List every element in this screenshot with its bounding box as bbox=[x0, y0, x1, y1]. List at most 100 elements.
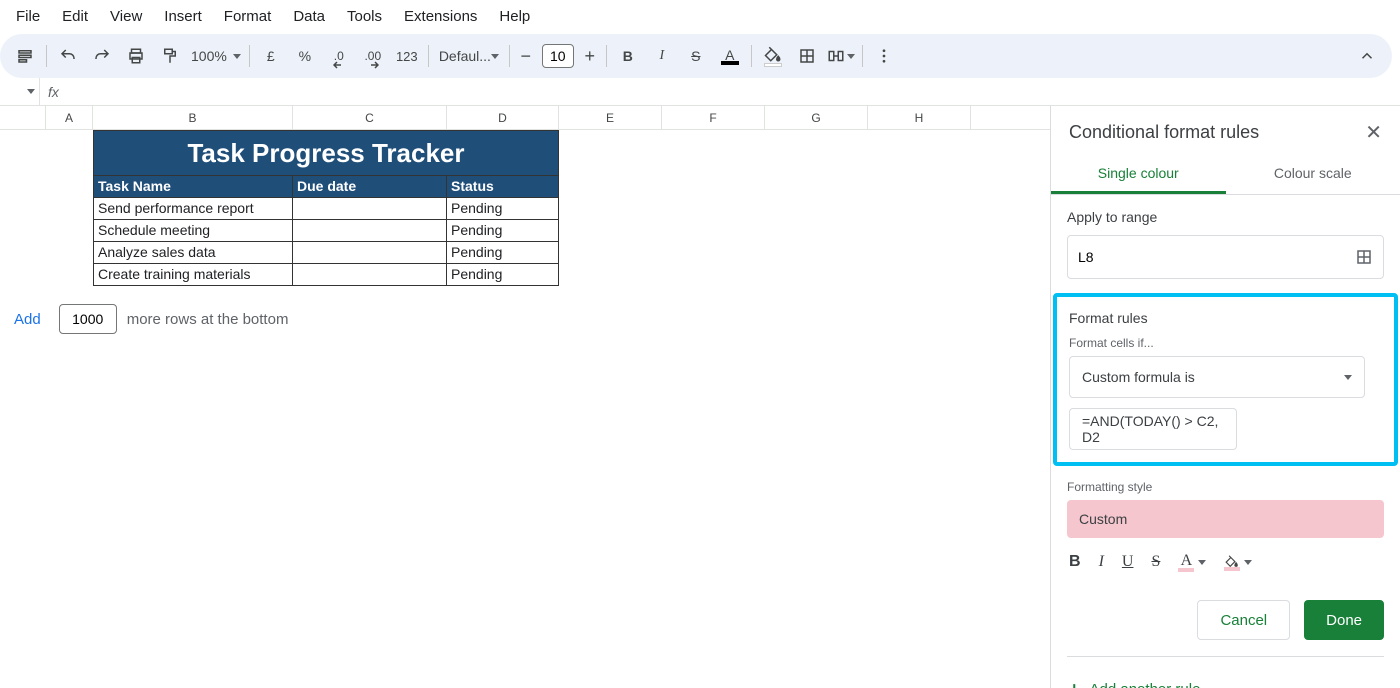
style-underline-button[interactable]: U bbox=[1122, 553, 1134, 571]
select-all-corner[interactable] bbox=[0, 106, 46, 129]
style-bold-button[interactable]: B bbox=[1069, 553, 1081, 571]
done-button[interactable]: Done bbox=[1304, 600, 1384, 640]
style-text-color-button[interactable]: A bbox=[1178, 552, 1206, 572]
caret-down-icon bbox=[27, 89, 35, 94]
more-toolbar-button[interactable] bbox=[870, 42, 898, 70]
decrease-decimal-button[interactable]: .0 bbox=[325, 42, 353, 70]
plus-icon: + bbox=[1069, 679, 1080, 688]
col-c[interactable]: C bbox=[293, 106, 447, 129]
bold-button[interactable]: B bbox=[614, 42, 642, 70]
style-fill-color-button[interactable] bbox=[1224, 554, 1252, 571]
tab-single-colour[interactable]: Single colour bbox=[1051, 155, 1226, 194]
table-row: Schedule meeting Pending bbox=[93, 220, 559, 242]
font-family-dropdown[interactable]: Defaul... bbox=[433, 48, 505, 64]
condition-dropdown[interactable]: Custom formula is bbox=[1069, 356, 1365, 398]
more-formats-button[interactable]: 123 bbox=[393, 42, 421, 70]
italic-button[interactable]: I bbox=[648, 42, 676, 70]
style-icons: B I U S A bbox=[1067, 548, 1384, 580]
cell-status[interactable]: Pending bbox=[447, 220, 559, 242]
name-box[interactable] bbox=[0, 78, 40, 105]
add-rows-input[interactable] bbox=[59, 304, 117, 334]
font-size-group: − + bbox=[514, 44, 602, 68]
grid-select-icon[interactable] bbox=[1355, 248, 1373, 266]
redo-icon[interactable] bbox=[88, 42, 116, 70]
add-rows-section: Add more rows at the bottom bbox=[6, 304, 288, 334]
header-status[interactable]: Status bbox=[447, 176, 559, 198]
menu-data[interactable]: Data bbox=[283, 5, 335, 28]
style-preview[interactable]: Custom bbox=[1067, 500, 1384, 538]
menu-view[interactable]: View bbox=[100, 5, 152, 28]
menu-format[interactable]: Format bbox=[214, 5, 282, 28]
fx-icon: fx bbox=[40, 84, 67, 100]
increase-font-size-button[interactable]: + bbox=[578, 44, 602, 68]
col-g[interactable]: G bbox=[765, 106, 868, 129]
collapse-toolbar-button[interactable] bbox=[1353, 42, 1381, 70]
add-another-rule-button[interactable]: + Add another rule bbox=[1067, 657, 1384, 688]
cell-due[interactable] bbox=[293, 220, 447, 242]
col-d[interactable]: D bbox=[447, 106, 559, 129]
range-input[interactable] bbox=[1078, 249, 1355, 265]
close-icon[interactable]: ✕ bbox=[1365, 120, 1382, 145]
zoom-dropdown[interactable]: 100% bbox=[187, 48, 245, 64]
menu-file[interactable]: File bbox=[6, 5, 50, 28]
font-name: Defaul... bbox=[439, 48, 491, 64]
col-a[interactable]: A bbox=[46, 106, 93, 129]
format-cells-if-label: Format cells if... bbox=[1069, 336, 1382, 350]
decrease-font-size-button[interactable]: − bbox=[514, 44, 538, 68]
caret-down-icon bbox=[491, 54, 499, 59]
table-row: Analyze sales data Pending bbox=[93, 242, 559, 264]
col-f[interactable]: F bbox=[662, 106, 765, 129]
font-size-input[interactable] bbox=[542, 44, 574, 68]
table-row: Create training materials Pending bbox=[93, 264, 559, 286]
menu-tools[interactable]: Tools bbox=[337, 5, 392, 28]
cell-due[interactable] bbox=[293, 264, 447, 286]
apply-to-range-label: Apply to range bbox=[1067, 209, 1384, 225]
toolbar: 100% £ % .0 .00 123 Defaul... − + B I S … bbox=[0, 34, 1392, 78]
search-menus-icon[interactable] bbox=[11, 42, 39, 70]
sheet-title[interactable]: Task Progress Tracker bbox=[93, 130, 559, 176]
strikethrough-button[interactable]: S bbox=[682, 42, 710, 70]
style-italic-button[interactable]: I bbox=[1099, 553, 1104, 571]
merge-cells-button[interactable] bbox=[827, 42, 855, 70]
cell-task[interactable]: Analyze sales data bbox=[93, 242, 293, 264]
cell-due[interactable] bbox=[293, 242, 447, 264]
cell-task[interactable]: Schedule meeting bbox=[93, 220, 293, 242]
menu-insert[interactable]: Insert bbox=[154, 5, 212, 28]
increase-decimal-button[interactable]: .00 bbox=[359, 42, 387, 70]
text-color-button[interactable]: A bbox=[716, 42, 744, 70]
cancel-button[interactable]: Cancel bbox=[1197, 600, 1290, 640]
format-rules-highlight: Format rules Format cells if... Custom f… bbox=[1053, 293, 1398, 466]
col-h[interactable]: H bbox=[868, 106, 971, 129]
tab-colour-scale[interactable]: Colour scale bbox=[1226, 155, 1400, 194]
cell-status[interactable]: Pending bbox=[447, 242, 559, 264]
menu-edit[interactable]: Edit bbox=[52, 5, 98, 28]
menu-extensions[interactable]: Extensions bbox=[394, 5, 487, 28]
fill-color-button[interactable] bbox=[759, 42, 787, 70]
sidebar-title: Conditional format rules bbox=[1069, 122, 1259, 143]
cell-task[interactable]: Create training materials bbox=[93, 264, 293, 286]
cell-task[interactable]: Send performance report bbox=[93, 198, 293, 220]
menu-help[interactable]: Help bbox=[489, 5, 540, 28]
currency-button[interactable]: £ bbox=[257, 42, 285, 70]
formula-bar: fx bbox=[0, 78, 1400, 106]
range-input-wrap bbox=[1067, 235, 1384, 279]
conditional-format-sidebar: Conditional format rules ✕ Single colour… bbox=[1050, 106, 1400, 688]
col-extra[interactable] bbox=[971, 106, 1026, 129]
formula-value-input[interactable]: =AND(TODAY() > C2, D2 bbox=[1069, 408, 1237, 450]
header-task[interactable]: Task Name bbox=[93, 176, 293, 198]
print-icon[interactable] bbox=[122, 42, 150, 70]
percent-button[interactable]: % bbox=[291, 42, 319, 70]
style-strike-button[interactable]: S bbox=[1151, 553, 1160, 571]
col-b[interactable]: B bbox=[93, 106, 293, 129]
cell-status[interactable]: Pending bbox=[447, 198, 559, 220]
sheet-area[interactable]: A B C D E F G H Task Progress Tracker Ta… bbox=[0, 106, 1050, 688]
col-e[interactable]: E bbox=[559, 106, 662, 129]
add-rows-button[interactable]: Add bbox=[6, 307, 49, 332]
header-due[interactable]: Due date bbox=[293, 176, 447, 198]
cell-due[interactable] bbox=[293, 198, 447, 220]
cell-status[interactable]: Pending bbox=[447, 264, 559, 286]
undo-icon[interactable] bbox=[54, 42, 82, 70]
borders-button[interactable] bbox=[793, 42, 821, 70]
paint-format-icon[interactable] bbox=[156, 42, 184, 70]
caret-down-icon bbox=[1344, 375, 1352, 380]
